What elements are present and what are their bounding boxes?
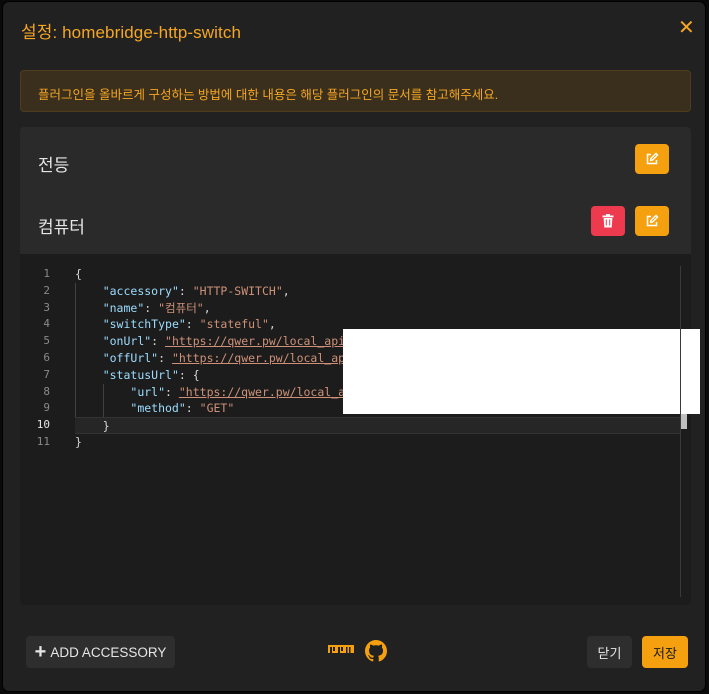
close-icon[interactable]: ✕ (678, 17, 695, 37)
npm-icon[interactable] (328, 645, 354, 655)
line-number: 4 (43, 317, 50, 331)
text-cursor (681, 414, 687, 429)
save-button[interactable]: 저장 (642, 636, 688, 668)
accessory-row: 전등 (20, 127, 691, 187)
json-config-editor[interactable]: 1 2 3 4 5 6 7 8 9 10 11 { "accessory": "… (20, 254, 700, 605)
trash-icon (602, 214, 614, 228)
accessory-name: 전등 (38, 156, 70, 175)
line-number: 3 (43, 300, 50, 314)
close-button[interactable]: 닫기 (587, 636, 632, 668)
line-number: 2 (43, 283, 50, 297)
accessories-card: 전등 컴퓨터 1 2 3 4 5 6 7 8 9 10 11 {"access… (20, 127, 700, 605)
line-number: 1 (43, 267, 50, 280)
line-number: 9 (43, 401, 50, 415)
accessory-name: 컴퓨터 (38, 218, 85, 237)
code-line: { (75, 267, 82, 281)
edit-accessory-button[interactable] (635, 206, 669, 236)
code-line: "name": "컴퓨터", (102, 300, 211, 315)
dialog-title: 설정: homebridge-http-switch (21, 23, 242, 42)
editor-scrollbar[interactable] (680, 266, 689, 597)
line-number: 5 (43, 334, 50, 348)
code-line: } (75, 434, 82, 449)
add-accessory-label: ADD ACCESSORY (50, 644, 167, 660)
code-line-active: } (75, 417, 681, 434)
github-icon[interactable] (365, 640, 387, 662)
edit-icon (646, 152, 659, 165)
edit-accessory-button[interactable] (635, 144, 669, 174)
plus-icon: + (34, 641, 47, 663)
code-line: "accessory": "HTTP-SWITCH", (102, 283, 290, 298)
line-number: 8 (43, 384, 50, 398)
info-alert: 플러그인을 올바르게 구성하는 방법에 대한 내용은 해당 플러그인의 문서를 … (20, 70, 691, 112)
alert-text: 플러그인을 올바르게 구성하는 방법에 대한 내용은 해당 플러그인의 문서를 … (38, 88, 499, 102)
redaction-box (343, 329, 700, 414)
accessory-row: 컴퓨터 (20, 190, 691, 250)
line-number: 6 (43, 350, 50, 364)
config-dialog: 설정: homebridge-http-switch ✕ 플러그인을 올바르게 … (3, 2, 705, 691)
line-number-gutter: 1 2 3 4 5 6 7 8 9 10 11 (20, 266, 60, 451)
line-number-active: 10 (36, 418, 50, 432)
line-number: 11 (36, 434, 50, 448)
delete-accessory-button[interactable] (591, 206, 625, 236)
edit-icon (646, 214, 659, 227)
add-accessory-button[interactable]: + ADD ACCESSORY (26, 636, 175, 668)
line-number: 7 (43, 367, 50, 381)
